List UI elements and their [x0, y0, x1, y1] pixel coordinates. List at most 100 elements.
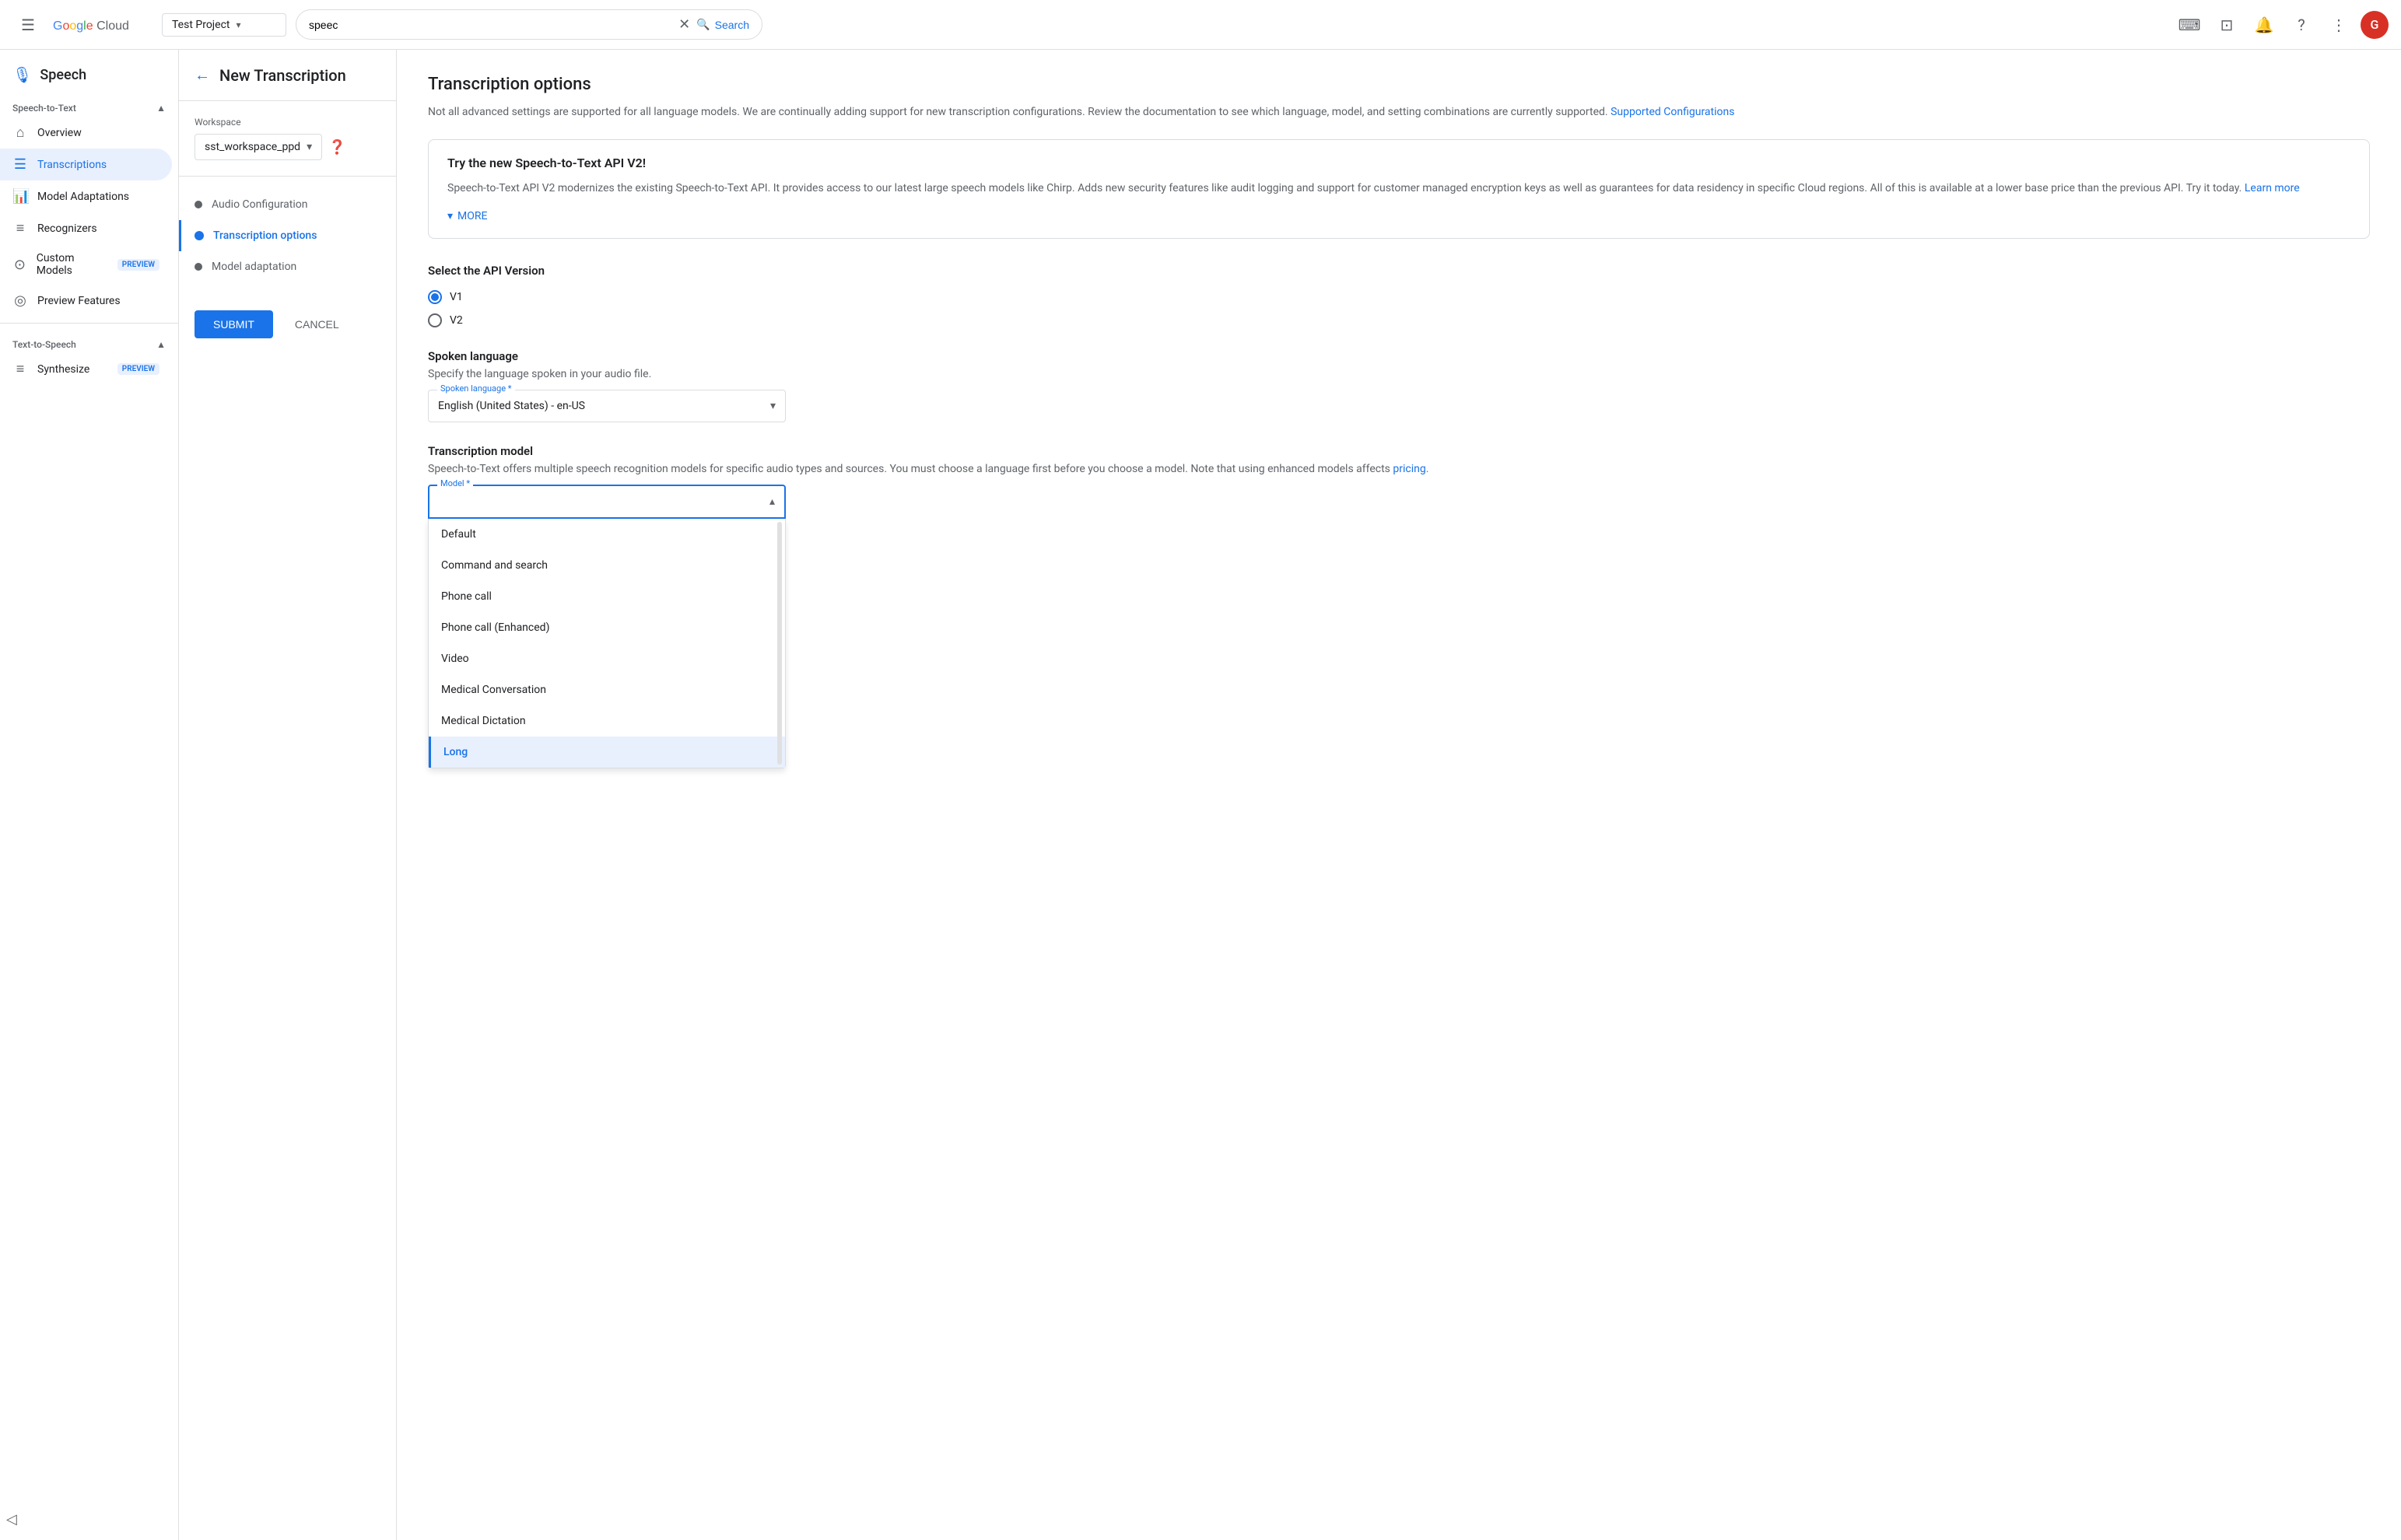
search-bar: ✕ 🔍 Search	[296, 9, 762, 40]
workspace-section: Workspace sst_workspace_ppd ▾ ❓	[179, 101, 396, 177]
workspace-value: sst_workspace_ppd	[205, 141, 300, 153]
sidebar-item-overview-label: Overview	[37, 127, 82, 139]
model-select-arrow-icon	[769, 495, 775, 508]
dropdown-scrollbar[interactable]	[777, 522, 782, 765]
main-layout: 🎙 Speech Speech-to-Text ▲ ⌂ Overview ☰ T…	[0, 50, 2401, 1540]
content-area: ← New Transcription Workspace sst_worksp…	[179, 50, 2401, 1540]
sidebar-item-transcriptions[interactable]: ☰ Transcriptions	[0, 149, 172, 180]
search-button[interactable]: 🔍 Search	[696, 18, 749, 31]
synthesize-preview-badge: PREVIEW	[117, 363, 159, 375]
preview-features-icon: ◎	[12, 292, 28, 309]
sidebar-item-recognizers[interactable]: ≡ Recognizers	[0, 212, 172, 244]
sidebar-item-transcriptions-label: Transcriptions	[37, 159, 107, 171]
sidebar-item-synthesize-label: Synthesize	[37, 363, 89, 376]
topbar-actions: ⌨ ⊡ 🔔 ? ⋮ G	[2174, 9, 2389, 40]
spoken-language-desc: Specify the language spoken in your audi…	[428, 368, 2370, 380]
transcriptions-icon: ☰	[12, 156, 28, 173]
wizard-steps: Audio Configuration Transcription option…	[179, 177, 396, 295]
api-version-title: Select the API Version	[428, 264, 2370, 278]
spoken-language-section: Spoken language Specify the language spo…	[428, 349, 2370, 422]
wizard-step-model-adaptation[interactable]: Model adaptation	[179, 251, 396, 282]
wizard-header: ← New Transcription	[179, 65, 396, 101]
transcription-model-title: Transcription model	[428, 444, 2370, 458]
wizard-step-dot-transcription	[195, 231, 204, 240]
v2-banner-text: Speech-to-Text API V2 modernizes the exi…	[447, 180, 2350, 197]
dropdown-item-medical-conversation[interactable]: Medical Conversation	[429, 674, 785, 705]
dropdown-item-phone-call-enhanced[interactable]: Phone call (Enhanced)	[429, 612, 785, 643]
wizard-actions: SUBMIT CANCEL	[179, 295, 396, 354]
model-dropdown: Default Command and search Phone call Ph…	[428, 519, 786, 768]
wizard-panel: ← New Transcription Workspace sst_worksp…	[179, 50, 397, 1540]
v2-more-button[interactable]: ▾ MORE	[447, 210, 2350, 222]
radio-circle-v1	[428, 290, 442, 304]
sidebar-divider	[0, 323, 178, 324]
search-input[interactable]	[309, 19, 672, 31]
custom-models-preview-badge: PREVIEW	[117, 259, 159, 271]
workspace-label: Workspace	[195, 117, 380, 128]
wizard-step-audio-config[interactable]: Audio Configuration	[179, 189, 396, 220]
tts-section-label: Text-to-Speech ▲	[0, 330, 178, 353]
sidebar-item-model-adaptations[interactable]: 📊 Model Adaptations	[0, 180, 172, 212]
cloud-shell-icon[interactable]: ⌨	[2174, 9, 2205, 40]
wizard-step-label-transcription: Transcription options	[213, 229, 317, 242]
model-adaptations-icon: 📊	[12, 188, 28, 205]
wizard-step-transcription-options[interactable]: Transcription options	[179, 220, 396, 251]
workspace-help-icon[interactable]: ❓	[328, 139, 345, 156]
dropdown-item-command-search[interactable]: Command and search	[429, 550, 785, 581]
supported-configs-link[interactable]: Supported Configurations	[1611, 106, 1734, 118]
more-options-icon[interactable]: ⋮	[2323, 9, 2354, 40]
cloud-shell-editor-icon[interactable]: ⊡	[2211, 9, 2242, 40]
workspace-select[interactable]: sst_workspace_ppd ▾	[195, 134, 322, 160]
language-select-arrow-icon	[770, 400, 776, 412]
transcription-model-desc: Speech-to-Text offers multiple speech re…	[428, 463, 2370, 475]
synthesize-icon: ≡	[12, 361, 28, 377]
api-version-radio-group: V1 V2	[428, 290, 2370, 327]
tts-collapse-icon[interactable]: ▲	[156, 339, 166, 350]
api-version-v1-label: V1	[450, 291, 463, 303]
api-version-v1[interactable]: V1	[428, 290, 2370, 304]
dropdown-item-default[interactable]: Default	[429, 519, 785, 550]
sidebar-item-model-adaptations-label: Model Adaptations	[37, 191, 129, 203]
sidebar-item-preview-features[interactable]: ◎ Preview Features	[0, 285, 172, 317]
spoken-language-title: Spoken language	[428, 349, 2370, 363]
radio-circle-v2	[428, 313, 442, 327]
stt-collapse-icon[interactable]: ▲	[156, 103, 166, 114]
home-icon: ⌂	[12, 124, 28, 141]
dropdown-item-video[interactable]: Video	[429, 643, 785, 674]
sidebar-item-custom-models[interactable]: ⊙ Custom Models PREVIEW	[0, 244, 172, 285]
menu-icon[interactable]: ☰	[12, 9, 44, 40]
wizard-step-label-audio: Audio Configuration	[212, 198, 307, 211]
sidebar-item-preview-features-label: Preview Features	[37, 295, 121, 307]
v2-banner-title: Try the new Speech-to-Text API V2!	[447, 156, 2350, 170]
search-clear-icon[interactable]: ✕	[678, 16, 690, 33]
sidebar-item-custom-models-label: Custom Models	[37, 252, 108, 277]
project-selector[interactable]: Test Project ▾	[162, 13, 286, 37]
api-version-v2[interactable]: V2	[428, 313, 2370, 327]
api-version-v2-label: V2	[450, 314, 463, 327]
model-select[interactable]	[428, 485, 786, 519]
sidebar-item-synthesize[interactable]: ≡ Synthesize PREVIEW	[0, 353, 172, 385]
sidebar-collapse-icon[interactable]: ◁	[6, 1511, 17, 1528]
help-icon[interactable]: ?	[2286, 9, 2317, 40]
dropdown-item-long[interactable]: Long	[429, 737, 785, 768]
submit-button[interactable]: SUBMIT	[195, 310, 273, 338]
wizard-back-button[interactable]: ←	[195, 65, 210, 85]
v2-learn-more-link[interactable]: Learn more	[2245, 182, 2300, 194]
dropdown-item-phone-call[interactable]: Phone call	[429, 581, 785, 612]
sidebar-item-overview[interactable]: ⌂ Overview	[0, 117, 172, 149]
wizard-title: New Transcription	[219, 66, 346, 85]
language-select[interactable]: English (United States) - en-US	[428, 390, 786, 422]
pricing-link[interactable]: pricing.	[1393, 463, 1428, 475]
options-title: Transcription options	[428, 75, 2370, 94]
dropdown-item-medical-dictation[interactable]: Medical Dictation	[429, 705, 785, 737]
sidebar: 🎙 Speech Speech-to-Text ▲ ⌂ Overview ☰ T…	[0, 50, 179, 1540]
model-select-wrapper: Model * Default Command and search Phone…	[428, 485, 786, 519]
sidebar-app-header: 🎙 Speech	[0, 56, 178, 93]
recognizers-icon: ≡	[12, 220, 28, 236]
cancel-button[interactable]: CANCEL	[282, 310, 352, 338]
notifications-icon[interactable]: 🔔	[2249, 9, 2280, 40]
avatar[interactable]: G	[2361, 11, 2389, 39]
wizard-step-dot-model	[195, 263, 202, 271]
model-select-label: Model *	[437, 478, 473, 488]
wizard-step-dot-audio	[195, 201, 202, 208]
